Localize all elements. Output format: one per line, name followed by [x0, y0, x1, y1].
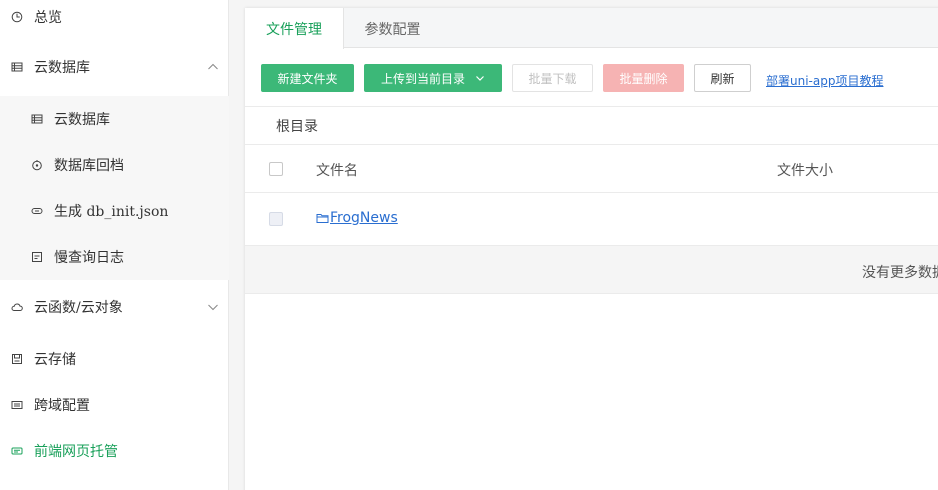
chevron-down-icon[interactable] — [207, 301, 219, 313]
sidebar-subitem-database-restore[interactable]: 数据库回档 — [0, 142, 229, 188]
cors-icon — [11, 399, 23, 411]
sidebar-item-cloud-storage[interactable]: 云存储 — [0, 336, 229, 382]
button-label: 批量下载 — [528, 71, 577, 86]
batch-download-button[interactable]: 批量下载 — [512, 64, 593, 92]
table-row-folder-link[interactable]: FrogNews — [316, 210, 398, 226]
sidebar-item-cors-config[interactable]: 跨域配置 — [0, 382, 229, 428]
sidebar-subitem-label: 云数据库 — [54, 112, 110, 128]
folder-icon — [316, 212, 329, 224]
sidebar-subitem-cloud-database[interactable]: 云数据库 — [0, 96, 229, 142]
no-more-data-text: 没有更多数据 — [862, 265, 938, 281]
sidebar-subitem-slow-query-log[interactable]: 慢查询日志 — [0, 234, 229, 280]
button-label: 批量删除 — [619, 71, 668, 86]
tab-label: 文件管理 — [266, 21, 322, 38]
folder-name: FrogNews — [330, 210, 398, 226]
dashboard-icon — [11, 11, 23, 23]
cloud-database-submenu: 云数据库 数据库回档 生成 db_init.json 慢查询日志 — [0, 96, 229, 280]
tab-label: 参数配置 — [364, 21, 421, 38]
divider — [245, 144, 938, 145]
cloud-icon — [11, 301, 23, 313]
sidebar: 总览 云数据库 云数据库 数据库回档 生成 db_init.json 慢查询日志… — [0, 0, 229, 490]
row-checkbox[interactable] — [269, 212, 283, 226]
sidebar-item-label: 前端网页托管 — [34, 444, 118, 460]
button-label: 上传到当前目录 — [380, 71, 465, 86]
refresh-button[interactable]: 刷新 — [694, 64, 751, 92]
tab-parameter-config[interactable]: 参数配置 — [344, 8, 441, 49]
sidebar-subitem-generate-db-init[interactable]: 生成 db_init.json — [0, 188, 229, 234]
upload-button[interactable]: 上传到当前目录 — [364, 64, 502, 92]
database-icon — [11, 61, 23, 73]
tab-file-management[interactable]: 文件管理 — [245, 8, 344, 49]
sidebar-item-label: 总览 — [34, 10, 62, 26]
batch-delete-button[interactable]: 批量删除 — [603, 64, 684, 92]
divider — [245, 192, 938, 193]
sidebar-item-cloud-database[interactable]: 云数据库 — [0, 44, 229, 90]
button-label: 刷新 — [710, 71, 735, 86]
tab-bar: 文件管理 参数配置 — [245, 8, 938, 49]
button-label: 新建文件夹 — [277, 71, 338, 86]
sidebar-item-label: 跨域配置 — [34, 398, 90, 414]
table-icon — [31, 113, 43, 125]
new-folder-button[interactable]: 新建文件夹 — [261, 64, 354, 92]
file-manager-panel: 文件管理 参数配置 新建文件夹 上传到当前目录 批量下载 批量删除 刷新 部署u… — [245, 8, 938, 490]
sidebar-subitem-label: 慢查询日志 — [54, 250, 124, 266]
breadcrumb-root[interactable]: 根目录 — [276, 116, 318, 136]
sidebar-item-label: 云函数/云对象 — [34, 300, 123, 316]
column-header-filesize[interactable]: 文件大小 — [777, 160, 833, 180]
divider — [245, 106, 938, 107]
table-footer: 没有更多数据 — [245, 245, 938, 294]
sidebar-item-label: 云数据库 — [34, 60, 90, 76]
restore-icon — [31, 159, 43, 171]
deploy-tutorial-link[interactable]: 部署uni-app项目教程 — [766, 72, 883, 89]
sidebar-item-cloud-functions[interactable]: 云函数/云对象 — [0, 284, 229, 330]
log-icon — [31, 251, 43, 263]
column-header-filename[interactable]: 文件名 — [316, 160, 358, 180]
sidebar-item-overview[interactable]: 总览 — [0, 0, 229, 40]
chevron-down-icon — [475, 73, 485, 83]
sidebar-subitem-label: 生成 db_init.json — [54, 204, 169, 220]
chevron-up-icon[interactable] — [207, 61, 219, 73]
hosting-icon — [11, 445, 23, 457]
sidebar-item-web-hosting[interactable]: 前端网页托管 — [0, 428, 229, 474]
storage-icon — [11, 353, 23, 365]
select-all-checkbox[interactable] — [269, 162, 283, 176]
sidebar-item-label: 云存储 — [34, 352, 76, 368]
sidebar-subitem-label: 数据库回档 — [54, 158, 124, 174]
link-icon — [31, 205, 43, 217]
